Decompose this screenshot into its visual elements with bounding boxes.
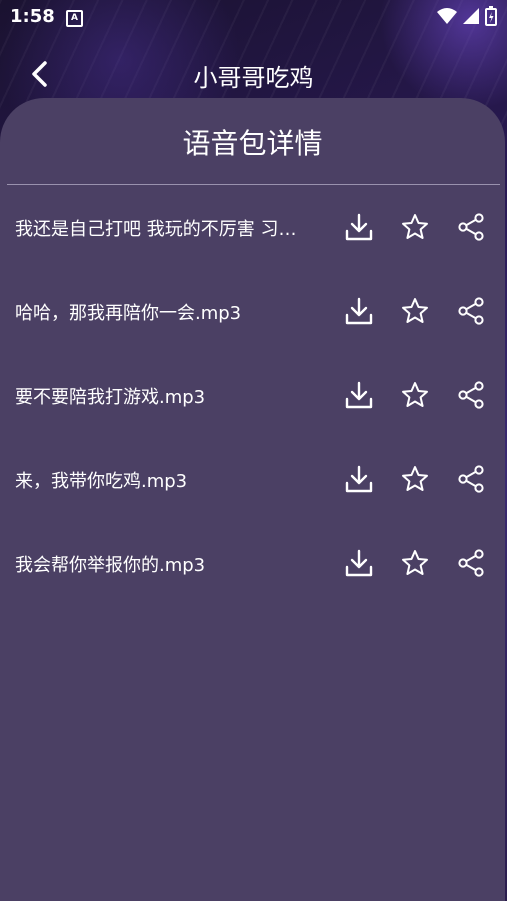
- voice-pack-panel: 语音包详情 我还是自己打吧 我玩的不厉害 习… 哈哈，那我再陪你一会.mp3 要…: [0, 98, 505, 901]
- item-label: 来，我带你吃鸡.mp3: [15, 471, 188, 492]
- status-time: 1:58: [10, 6, 55, 27]
- page-title: 小哥哥吃鸡: [193, 64, 314, 92]
- download-button[interactable]: [342, 210, 376, 244]
- download-icon: [345, 465, 373, 493]
- notification-a-icon: A: [66, 10, 83, 27]
- share-icon: [458, 297, 484, 325]
- panel-title: 语音包详情: [182, 127, 323, 160]
- share-icon: [458, 213, 484, 241]
- download-icon: [345, 213, 373, 241]
- download-button[interactable]: [342, 378, 376, 412]
- favorite-button[interactable]: [398, 462, 432, 496]
- download-button[interactable]: [342, 546, 376, 580]
- download-icon: [345, 297, 373, 325]
- share-button[interactable]: [454, 546, 488, 580]
- item-label: 我会帮你举报你的.mp3: [15, 555, 206, 576]
- download-icon: [345, 381, 373, 409]
- favorite-button[interactable]: [398, 378, 432, 412]
- list-item[interactable]: 哈哈，那我再陪你一会.mp3: [0, 270, 505, 354]
- share-button[interactable]: [454, 462, 488, 496]
- share-button[interactable]: [454, 378, 488, 412]
- item-label: 哈哈，那我再陪你一会.mp3: [15, 303, 242, 324]
- list-item[interactable]: 来，我带你吃鸡.mp3: [0, 438, 505, 522]
- signal-icon: [463, 8, 479, 24]
- star-icon: [402, 382, 428, 407]
- item-label: 我还是自己打吧 我玩的不厉害 习…: [15, 219, 297, 240]
- star-icon: [402, 298, 428, 323]
- download-button[interactable]: [342, 294, 376, 328]
- list-item[interactable]: 要不要陪我打游戏.mp3: [0, 354, 505, 438]
- download-icon: [345, 549, 373, 577]
- item-label: 要不要陪我打游戏.mp3: [15, 387, 206, 408]
- list-item[interactable]: 我还是自己打吧 我玩的不厉害 习…: [0, 186, 505, 270]
- share-button[interactable]: [454, 294, 488, 328]
- battery-icon: [485, 6, 497, 26]
- star-icon: [402, 550, 428, 575]
- star-icon: [402, 466, 428, 491]
- divider: [7, 184, 500, 185]
- favorite-button[interactable]: [398, 546, 432, 580]
- favorite-button[interactable]: [398, 210, 432, 244]
- share-icon: [458, 549, 484, 577]
- download-button[interactable]: [342, 462, 376, 496]
- list-item[interactable]: 我会帮你举报你的.mp3: [0, 522, 505, 606]
- status-icons: [437, 6, 497, 26]
- star-icon: [402, 214, 428, 239]
- share-icon: [458, 381, 484, 409]
- wifi-icon: [437, 8, 457, 24]
- status-bar: 1:58 A: [0, 0, 507, 34]
- share-icon: [458, 465, 484, 493]
- share-button[interactable]: [454, 210, 488, 244]
- favorite-button[interactable]: [398, 294, 432, 328]
